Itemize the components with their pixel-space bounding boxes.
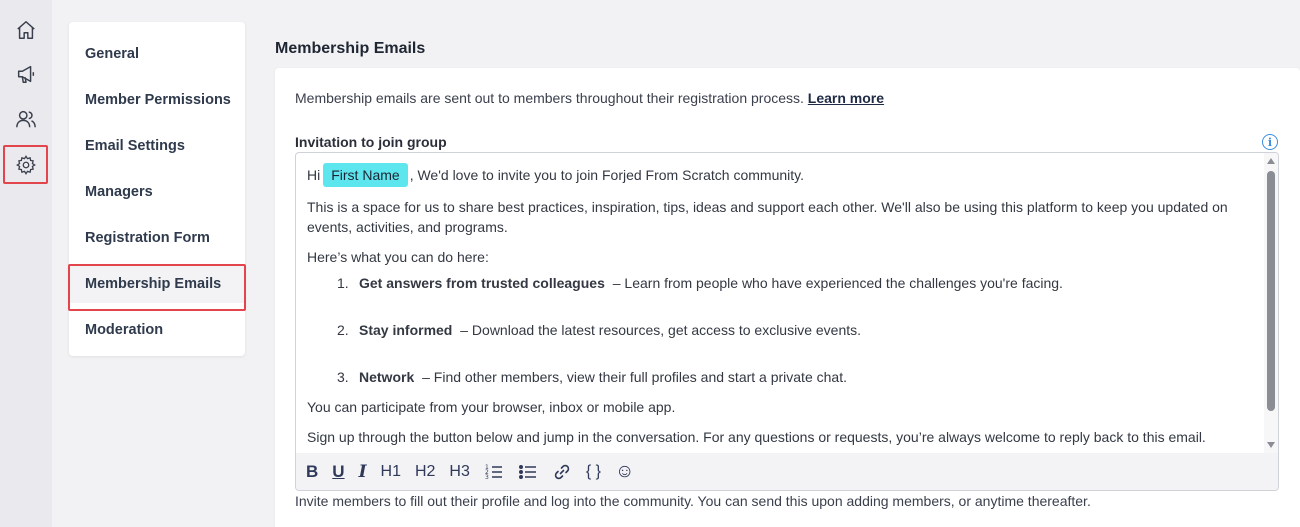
underline-button[interactable]: U [332,458,344,486]
page-title: Membership Emails [275,40,426,57]
bullet-list-icon[interactable] [518,458,538,486]
nav-item-email-settings[interactable]: Email Settings [69,127,245,165]
nav-item-registration-form[interactable]: Registration Form [69,219,245,257]
editor-para-space: This is a space for us to share best pra… [307,199,1228,235]
editor-para-whatyoucando: Here’s what you can do here: [307,249,489,265]
variable-braces-button[interactable]: { } [586,458,601,486]
settings-nav: General Member Permissions Email Setting… [69,22,245,356]
intro-text: Membership emails are sent out to member… [295,90,885,106]
list-item: 1. Get answers from trusted colleagues –… [337,275,1063,291]
list-item: 3. Network – Find other members, view th… [337,369,847,385]
svg-text:3: 3 [485,474,489,481]
megaphone-icon[interactable] [8,56,44,92]
scroll-thumb[interactable] [1267,171,1275,411]
gear-icon[interactable] [3,145,48,184]
icon-rail [0,0,52,527]
first-name-chip[interactable]: First Name [323,163,408,187]
home-icon[interactable] [8,12,44,48]
scroll-down-arrow-icon[interactable] [1267,442,1275,448]
membership-emails-card: Membership emails are sent out to member… [275,68,1300,527]
ordered-list-icon[interactable]: 1 2 3 [484,458,504,486]
heading1-button[interactable]: H1 [381,458,401,486]
benefits-list: 1. Get answers from trusted colleagues –… [337,273,1252,387]
nav-item-general[interactable]: General [69,35,245,73]
link-icon[interactable] [552,458,572,486]
heading2-button[interactable]: H2 [415,458,435,486]
field-label-invitation: Invitation to join group [295,134,447,150]
nav-item-moderation[interactable]: Moderation [69,311,245,349]
nav-item-managers[interactable]: Managers [69,173,245,211]
nav-item-member-permissions[interactable]: Member Permissions [69,81,245,119]
email-editor[interactable]: Hi First Name, We'd love to invite you to… [295,152,1279,491]
editor-toolbar: B U I H1 H2 H3 1 2 3 {} ☺ [296,453,1278,490]
editor-para-participate: You can participate from your browser, i… [307,399,676,415]
scroll-up-arrow-icon[interactable] [1267,158,1275,164]
editor-para-signup: Sign up through the button below and jum… [307,429,1206,445]
emoji-icon[interactable]: ☺ [615,458,634,486]
info-icon[interactable]: i [1262,134,1278,150]
learn-more-link[interactable]: Learn more [808,90,884,106]
nav-item-membership-emails[interactable]: Membership Emails [69,265,245,303]
editor-body[interactable]: Hi First Name, We'd love to invite you to… [296,153,1266,453]
bold-button[interactable]: B [306,458,318,486]
helper-text: Invite members to fill out their profile… [295,493,1091,509]
editor-scrollbar[interactable] [1264,153,1278,453]
list-item: 2. Stay informed – Download the latest r… [337,322,862,338]
people-icon[interactable] [8,101,44,137]
editor-line-greeting: Hi First Name, We'd love to invite you to… [307,163,1252,187]
heading3-button[interactable]: H3 [449,458,469,486]
italic-button[interactable]: I [359,458,367,486]
